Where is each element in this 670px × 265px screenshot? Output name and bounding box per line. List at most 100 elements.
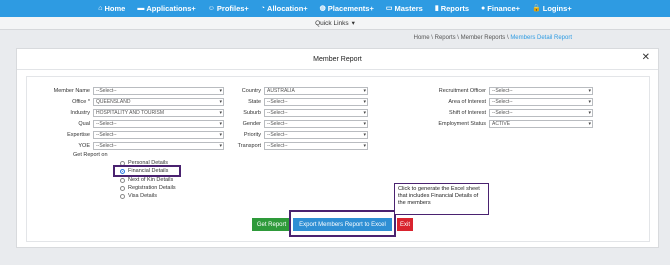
office-select[interactable]: QUEENSLAND ▾ bbox=[93, 98, 224, 106]
radio-next-of-kin-details[interactable]: Next of Kin Details bbox=[120, 177, 173, 183]
nav-label: Home bbox=[104, 4, 126, 13]
chevron-down-icon: ▾ bbox=[363, 110, 366, 116]
select-value: --Select-- bbox=[492, 99, 513, 105]
suburb-row: Suburb --Select-- ▾ bbox=[228, 109, 368, 117]
nav-masters[interactable]: ▭ Masters bbox=[386, 4, 423, 13]
get-report-button[interactable]: Get Report bbox=[252, 218, 291, 231]
field-label: Office * bbox=[72, 99, 90, 105]
chevron-down-icon: ▾ bbox=[351, 20, 355, 27]
folders-icon: ▭ bbox=[385, 5, 393, 12]
select-value: --Select-- bbox=[96, 132, 117, 138]
quick-links-bar[interactable]: Quick Links ▾ bbox=[0, 17, 670, 30]
panel-title: Member Report bbox=[313, 55, 362, 63]
area-of-interest-select[interactable]: --Select-- ▾ bbox=[489, 98, 593, 106]
folder-icon: ▬ bbox=[137, 5, 145, 12]
radio-label: Next of Kin Details bbox=[128, 177, 174, 183]
chevron-down-icon: ▾ bbox=[219, 121, 222, 127]
qual-select[interactable]: --Select-- ▾ bbox=[93, 120, 224, 128]
nav-allocation[interactable]: ◔ Allocation+ bbox=[261, 4, 308, 13]
callout-note: Click to generate the Excel sheet that i… bbox=[394, 183, 489, 215]
nav-placements[interactable]: ◍ Placements+ bbox=[320, 4, 374, 13]
chevron-down-icon: ▾ bbox=[363, 88, 366, 94]
select-value: --Select-- bbox=[267, 110, 288, 116]
nav-logins[interactable]: 🔒 Logins+ bbox=[532, 4, 572, 13]
member-name-select[interactable]: --Select-- ▾ bbox=[93, 87, 224, 95]
industry-select[interactable]: HOSPITALITY AND TOURISM ▾ bbox=[93, 109, 224, 117]
breadcrumb-path[interactable]: Home \ Reports \ Member Reports \ bbox=[414, 35, 511, 41]
field-label: State bbox=[248, 99, 261, 105]
chevron-down-icon: ▾ bbox=[363, 132, 366, 138]
close-icon[interactable]: ✕ bbox=[642, 53, 650, 63]
gender-select[interactable]: --Select-- ▾ bbox=[264, 120, 368, 128]
chevron-down-icon: ▾ bbox=[363, 143, 366, 149]
clock-icon: ◔ bbox=[260, 5, 266, 12]
employment-status-select[interactable]: ACTIVE ▾ bbox=[489, 120, 593, 128]
field-label: Shift of Interest bbox=[449, 110, 486, 116]
expertise-select[interactable]: --Select-- ▾ bbox=[93, 131, 224, 139]
export-excel-button[interactable]: Export Members Report to Excel bbox=[293, 218, 392, 231]
select-value: --Select-- bbox=[267, 99, 288, 105]
country-select[interactable]: AUSTRALIA ▾ bbox=[264, 87, 368, 95]
yoe-row: YOE --Select-- ▾ bbox=[40, 142, 224, 150]
chevron-down-icon: ▾ bbox=[363, 121, 366, 127]
nav-profiles[interactable]: ☺ Profiles+ bbox=[208, 4, 249, 13]
select-value: ACTIVE bbox=[492, 121, 511, 127]
select-value: --Select-- bbox=[267, 132, 288, 138]
suburb-select[interactable]: --Select-- ▾ bbox=[264, 109, 368, 117]
radio-registration-details[interactable]: Registration Details bbox=[120, 185, 176, 191]
globe-icon: ◍ bbox=[319, 5, 326, 12]
field-label: Qual bbox=[78, 121, 90, 127]
radio-icon bbox=[120, 177, 125, 183]
employment-status-row: Employment Status ACTIVE ▾ bbox=[420, 120, 593, 128]
chevron-down-icon: ▾ bbox=[219, 99, 222, 105]
radio-visa-details[interactable]: Visa Details bbox=[120, 193, 157, 199]
field-label: Expertise bbox=[67, 132, 90, 138]
office-row: Office * QUEENSLAND ▾ bbox=[40, 98, 224, 106]
field-label: YOE bbox=[78, 143, 90, 149]
recruitment-officer-row: Recruitment Officer --Select-- ▾ bbox=[420, 87, 593, 95]
shift-of-interest-row: Shift of Interest --Select-- ▾ bbox=[420, 109, 593, 117]
field-label: Recruitment Officer bbox=[438, 88, 486, 94]
nav-label: Placements+ bbox=[327, 4, 374, 13]
breadcrumb: Home \ Reports \ Member Reports \ Member… bbox=[414, 35, 572, 41]
nav-home[interactable]: ⌂ Home bbox=[98, 4, 125, 13]
transport-row: Transport --Select-- ▾ bbox=[228, 142, 368, 150]
select-value: HOSPITALITY AND TOURISM bbox=[96, 110, 164, 116]
report-on-label: Get Report on bbox=[73, 152, 108, 158]
field-label: Country bbox=[241, 88, 261, 94]
select-value: --Select-- bbox=[492, 110, 513, 116]
chevron-down-icon: ▾ bbox=[219, 143, 222, 149]
chevron-down-icon: ▾ bbox=[219, 88, 222, 94]
exit-button[interactable]: Exit bbox=[397, 218, 413, 231]
field-label: Transport bbox=[237, 143, 261, 149]
gender-row: Gender --Select-- ▾ bbox=[228, 120, 368, 128]
radio-label: Visa Details bbox=[128, 193, 157, 199]
chevron-down-icon: ▾ bbox=[588, 110, 591, 116]
select-value: QUEENSLAND bbox=[96, 99, 131, 105]
nav-label: Masters bbox=[394, 4, 423, 13]
top-nav: ⌂ Home ▬ Applications+ ☺ Profiles+ ◔ Allocat… bbox=[0, 0, 670, 17]
industry-row: Industry HOSPITALITY AND TOURISM ▾ bbox=[40, 109, 224, 117]
yoe-select[interactable]: --Select-- ▾ bbox=[93, 142, 224, 150]
nav-label: Reports bbox=[440, 4, 470, 13]
nav-reports[interactable]: ▮ Reports bbox=[435, 4, 469, 13]
transport-select[interactable]: --Select-- ▾ bbox=[264, 142, 368, 150]
nav-label: Allocation+ bbox=[267, 4, 308, 13]
shift-of-interest-select[interactable]: --Select-- ▾ bbox=[489, 109, 593, 117]
qual-row: Qual --Select-- ▾ bbox=[40, 120, 224, 128]
nav-label: Finance+ bbox=[487, 4, 521, 13]
chevron-down-icon: ▾ bbox=[588, 99, 591, 105]
nav-applications[interactable]: ▬ Applications+ bbox=[137, 4, 195, 13]
field-label: Industry bbox=[70, 110, 90, 116]
state-row: State --Select-- ▾ bbox=[228, 98, 368, 106]
nav-finance[interactable]: ● Finance+ bbox=[481, 4, 520, 13]
select-value: --Select-- bbox=[267, 121, 288, 127]
member-name-row: Member Name --Select-- ▾ bbox=[40, 87, 224, 95]
recruitment-officer-select[interactable]: --Select-- ▾ bbox=[489, 87, 593, 95]
chevron-down-icon: ▾ bbox=[588, 88, 591, 94]
select-value: AUSTRALIA bbox=[267, 88, 295, 94]
radio-icon bbox=[120, 185, 125, 191]
priority-select[interactable]: --Select-- ▾ bbox=[264, 131, 368, 139]
home-icon: ⌂ bbox=[98, 5, 103, 12]
state-select[interactable]: --Select-- ▾ bbox=[264, 98, 368, 106]
